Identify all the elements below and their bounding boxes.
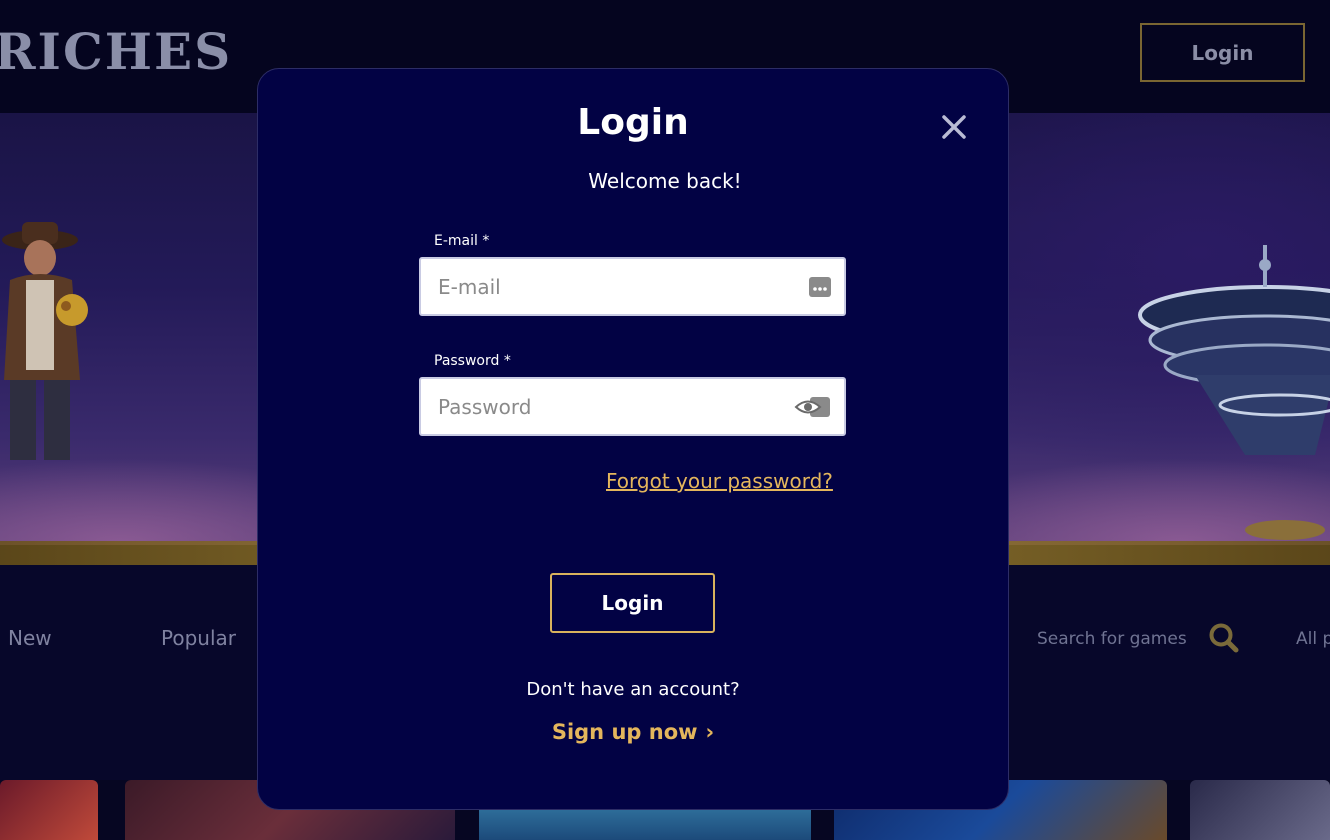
category-tab-popular[interactable]: Popular (161, 626, 236, 650)
welcome-text: Welcome back! (588, 169, 742, 193)
header-login-button[interactable]: Login (1140, 23, 1305, 82)
forgot-password-link[interactable]: Forgot your password? (606, 469, 833, 493)
login-submit-button[interactable]: Login (550, 573, 715, 633)
password-manager-icon[interactable] (808, 276, 832, 298)
password-label: Password * (434, 353, 511, 369)
modal-title: Login (577, 102, 689, 143)
no-account-text: Don't have an account? (526, 679, 740, 700)
game-thumbnail[interactable] (1190, 780, 1330, 840)
signup-label: Sign up now (551, 720, 698, 744)
password-field-wrapper (419, 377, 846, 436)
email-field-wrapper (419, 257, 846, 316)
email-field[interactable] (421, 259, 844, 314)
hero-character-image (2, 222, 88, 460)
game-thumbnail[interactable] (0, 780, 98, 840)
chevron-right-icon: › (705, 720, 715, 744)
eye-icon[interactable] (794, 396, 832, 418)
email-label: E-mail * (434, 233, 490, 249)
category-tab-new[interactable]: New (8, 626, 52, 650)
site-logo[interactable]: RICHES (0, 22, 232, 81)
search-icon[interactable] (1208, 622, 1240, 654)
password-field[interactable] (421, 379, 844, 434)
all-providers-dropdown[interactable]: All p (1296, 629, 1330, 649)
close-icon[interactable] (938, 111, 970, 143)
hero-tower-image (1138, 245, 1330, 540)
signup-link[interactable]: Sign up now › (257, 720, 1009, 744)
game-search-input[interactable]: Search for games (1037, 629, 1187, 649)
